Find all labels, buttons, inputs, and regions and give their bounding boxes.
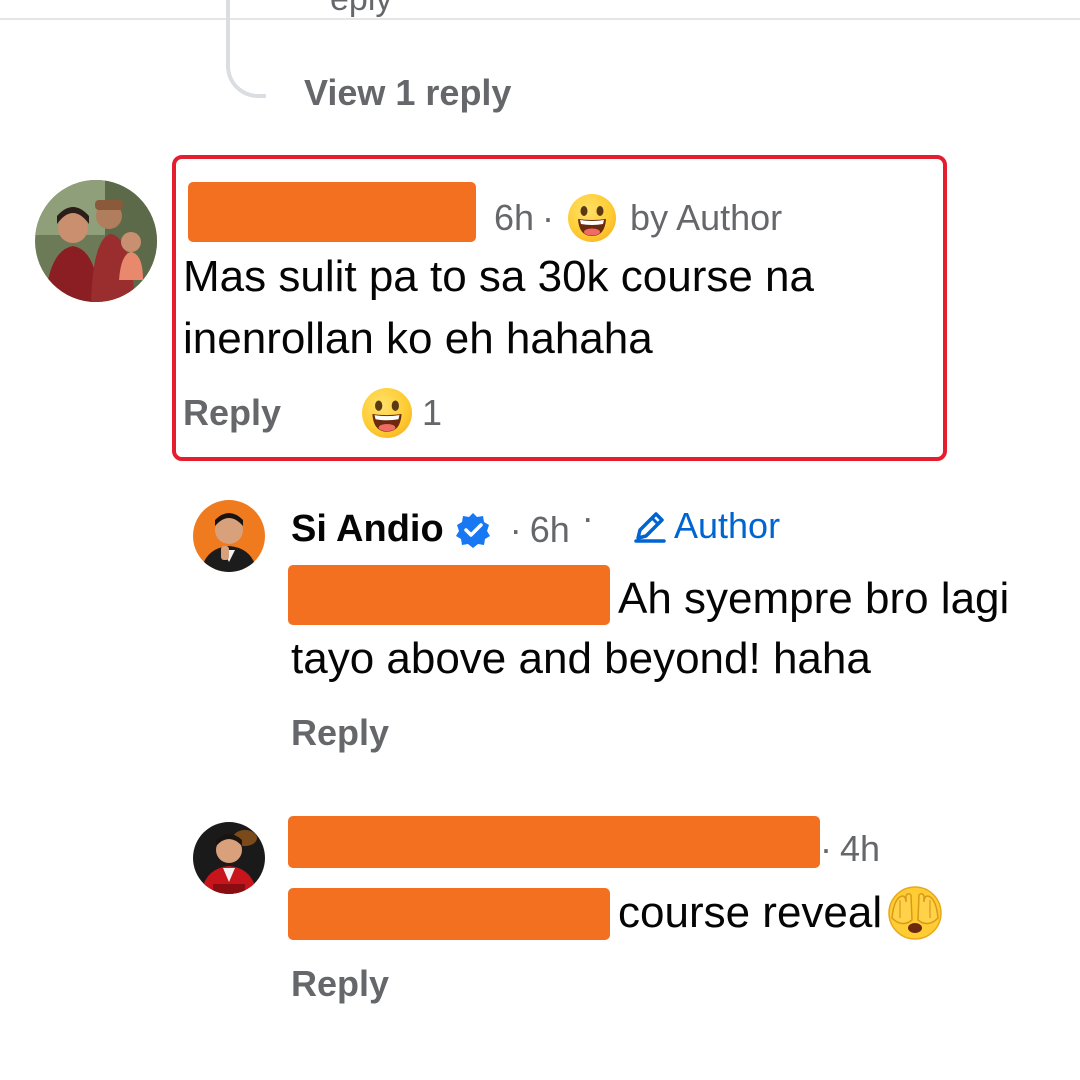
meta-separator: · bbox=[581, 496, 594, 538]
redacted-mention bbox=[288, 565, 610, 625]
view-replies-link[interactable]: View 1 reply bbox=[304, 72, 511, 114]
commenter-avatar-photo bbox=[193, 822, 265, 894]
top-divider bbox=[0, 18, 1080, 20]
meta-separator: · bbox=[509, 508, 522, 550]
comment-time: 4h bbox=[840, 828, 881, 869]
reply-button[interactable]: Reply bbox=[291, 712, 389, 754]
cut-off-text: eply bbox=[330, 0, 400, 22]
author-name[interactable]: Si Andio bbox=[291, 508, 444, 551]
face-with-hands-over-eyes-emoji-icon bbox=[886, 884, 944, 942]
author-badge-label: Author bbox=[674, 505, 781, 546]
thread-connector-line bbox=[226, 0, 266, 98]
commenter-avatar-photo bbox=[35, 180, 157, 302]
comment-meta: · 4h bbox=[820, 828, 880, 870]
verified-badge-icon bbox=[454, 511, 492, 549]
meta-separator: · bbox=[820, 828, 832, 869]
author-avatar-photo bbox=[193, 500, 265, 572]
redacted-mention bbox=[288, 888, 610, 940]
author-badge: Author bbox=[632, 505, 780, 547]
reply-header: Si Andio · 6h · bbox=[291, 497, 594, 551]
commenter-avatar[interactable] bbox=[193, 822, 265, 894]
pencil-icon bbox=[632, 508, 668, 544]
reply-button[interactable]: Reply bbox=[291, 963, 389, 1005]
author-avatar[interactable] bbox=[193, 500, 265, 572]
reply-body-line2: tayo above and beyond! haha bbox=[291, 634, 871, 683]
reply-body-line1: Ah syempre bro lagi bbox=[618, 574, 1010, 623]
commenter-avatar[interactable] bbox=[35, 180, 157, 302]
comment-time: 6h bbox=[529, 508, 570, 550]
highlight-box bbox=[172, 155, 947, 461]
comment-body: course reveal bbox=[618, 882, 944, 944]
comment-text: course reveal bbox=[618, 888, 883, 937]
redacted-commenter-name bbox=[288, 816, 820, 868]
